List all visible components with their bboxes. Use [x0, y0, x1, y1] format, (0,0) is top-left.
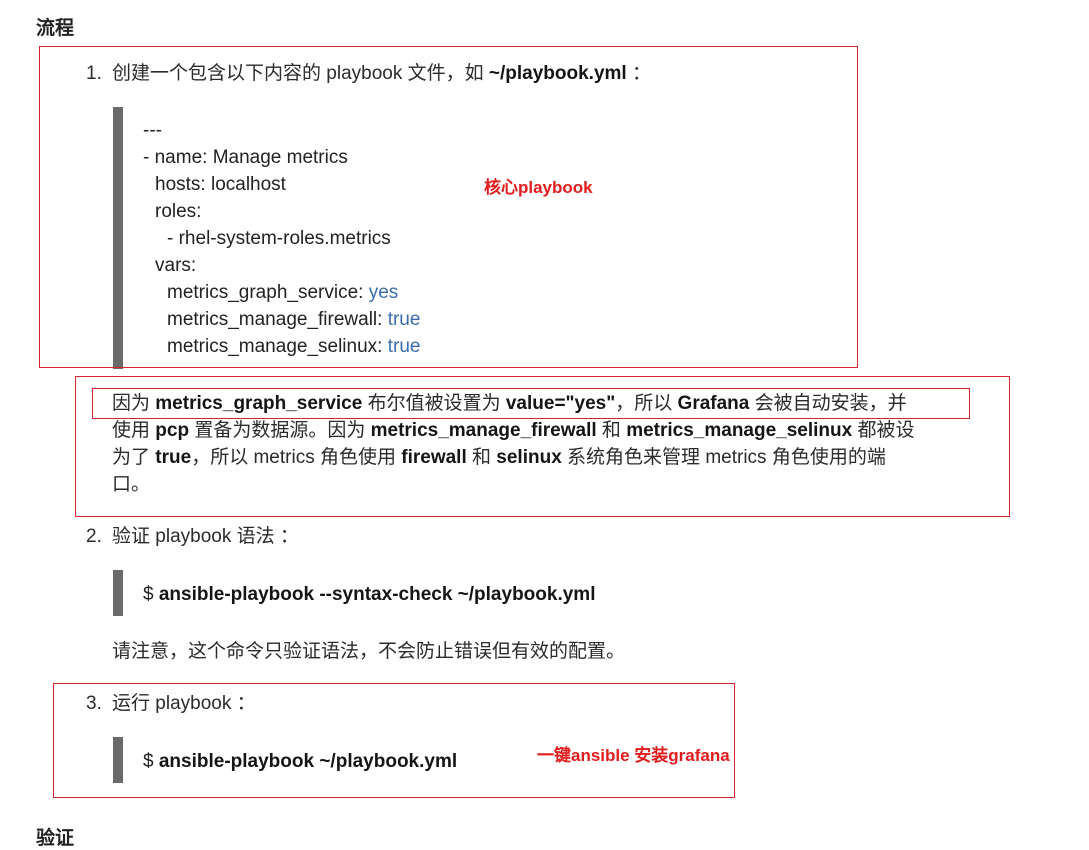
command-syntax-check: $ ansible-playbook --syntax-check ~/play… [143, 581, 595, 608]
highlight-box-step1 [39, 46, 858, 368]
shell-prompt: $ [143, 584, 159, 605]
step-2-text: 验证 playbook 语法 ： [112, 526, 299, 547]
section-heading-verify: 验证 [36, 828, 75, 849]
highlight-box-explanation [75, 376, 1010, 517]
highlight-box-step3 [53, 683, 735, 798]
command-text: ansible-playbook --syntax-check ~/playbo… [158, 584, 596, 605]
command-bar [113, 570, 123, 616]
step-number-2: 2. [86, 526, 102, 547]
step-2-note: 请注意，这个命令只验证语法，不会防止错误但有效的配置。 [112, 641, 626, 662]
section-heading-flow: 流程 [36, 18, 75, 39]
